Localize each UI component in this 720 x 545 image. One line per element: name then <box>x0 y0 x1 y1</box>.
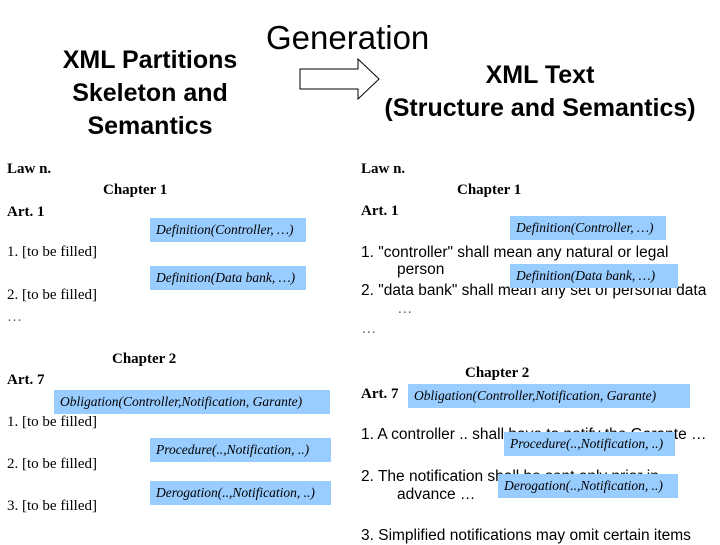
left-tag-procedure: Procedure(..,Notification, ..) <box>150 438 331 462</box>
left-art-7-heading: Art. 7 <box>7 372 45 388</box>
left-title-line-3: Semantics <box>87 112 213 140</box>
right-title-line-2: (Structure and Semantics) <box>384 94 696 122</box>
right-chapter-1-heading: Chapter 1 <box>457 182 522 198</box>
left-art7-item-3: 3. [to be filled] <box>7 498 97 514</box>
left-art-1-heading: Art. 1 <box>7 204 45 220</box>
right-tag-definition-controller: Definition(Controller, …) <box>510 216 666 240</box>
left-title-line-2: Skeleton and <box>72 79 228 107</box>
right-art1-item-1-cont: person <box>397 261 445 278</box>
left-art7-item-1: 1. [to be filled] <box>7 414 97 430</box>
right-art1-ellipsis: … <box>361 320 377 337</box>
right-tag-procedure: Procedure(..,Notification, ..) <box>504 432 675 456</box>
left-chapter-2-heading: Chapter 2 <box>112 351 177 367</box>
left-art7-item-2: 2. [to be filled] <box>7 456 97 472</box>
left-art1-item-2: 2. [to be filled] <box>7 287 97 303</box>
left-title-line-1: XML Partitions <box>62 46 238 74</box>
right-tag-definition-databank: Definition(Data bank, …) <box>510 264 678 288</box>
generation-label: Generation <box>266 19 430 56</box>
left-chapter-1-heading: Chapter 1 <box>103 182 168 198</box>
right-title-line-1: XML Text <box>485 61 595 89</box>
right-art7-item-2-cont: advance … <box>397 486 476 503</box>
left-art1-item-1: 1. [to be filled] <box>7 244 97 260</box>
right-art1-item-2-cont: … <box>397 300 413 317</box>
left-tag-derogation: Derogation(..,Notification, ..) <box>150 481 331 505</box>
left-art1-ellipsis: … <box>7 309 22 325</box>
right-art7-item-3: 3. Simplified notifications may omit cer… <box>361 527 691 544</box>
left-law-heading: Law n. <box>7 161 52 177</box>
left-title: XML Partitions Skeleton and Semantics <box>40 44 260 143</box>
left-tag-obligation: Obligation(Controller,Notification, Gara… <box>54 390 330 414</box>
right-tag-obligation: Obligation(Controller,Notification, Gara… <box>408 384 690 408</box>
right-title: XML Text (Structure and Semantics) <box>360 59 720 125</box>
right-tag-derogation: Derogation(..,Notification, ..) <box>498 474 678 498</box>
right-law-heading: Law n. <box>361 161 406 177</box>
left-tag-definition-databank: Definition(Data bank, …) <box>150 266 306 290</box>
right-art-7-heading: Art. 7 <box>361 386 399 402</box>
right-art-1-heading: Art. 1 <box>361 203 399 219</box>
right-art1-item-1: 1. "controller" shall mean any natural o… <box>361 244 669 261</box>
left-tag-definition-controller: Definition(Controller, …) <box>150 218 306 242</box>
right-chapter-2-heading: Chapter 2 <box>465 365 530 381</box>
